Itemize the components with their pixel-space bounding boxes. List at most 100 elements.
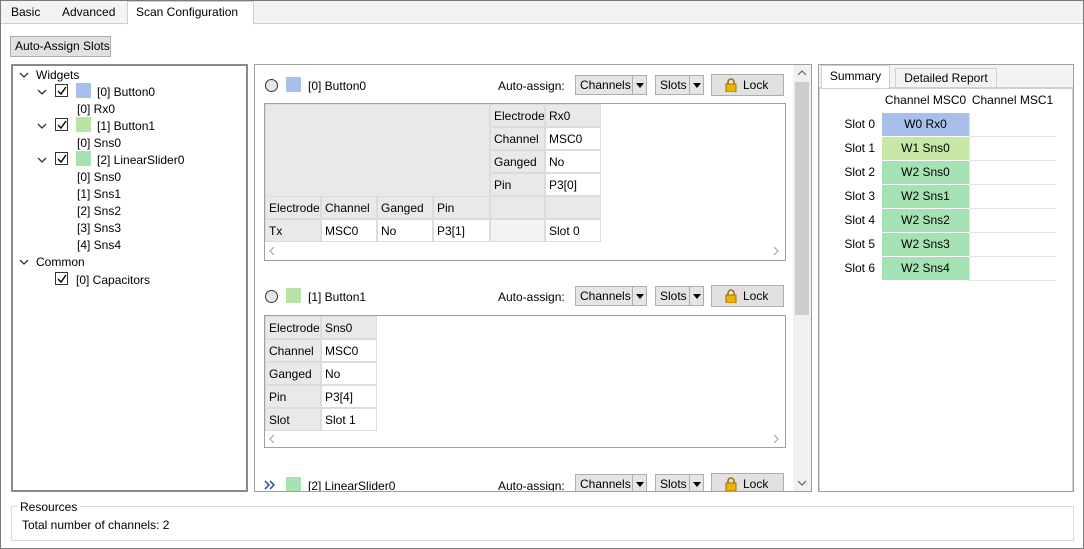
chevron-down-icon[interactable] bbox=[37, 155, 47, 165]
tree-widget-button0[interactable]: [0] Button0 bbox=[97, 85, 155, 99]
rx-value[interactable]: P3[0] bbox=[545, 173, 601, 196]
scroll-left-icon[interactable] bbox=[269, 247, 275, 255]
channels-dropdown[interactable]: Channels bbox=[575, 474, 647, 491]
widget-block-title: [0] Button0 bbox=[308, 79, 367, 93]
slot-cell[interactable]: Slot 0 bbox=[545, 219, 601, 242]
lock-icon bbox=[725, 289, 737, 303]
tree-sensor-item[interactable]: [2] Sns2 bbox=[77, 204, 121, 218]
tab-basic[interactable]: Basic bbox=[3, 2, 48, 24]
tree-common-capacitors[interactable]: [0] Capacitors bbox=[76, 273, 150, 287]
scroll-down-icon[interactable] bbox=[798, 480, 806, 486]
horizontal-scrollbar[interactable] bbox=[265, 244, 785, 258]
scrollbar-thumb[interactable] bbox=[795, 82, 809, 315]
rx-value: Rx0 bbox=[545, 104, 601, 127]
slot-cell-msc1[interactable] bbox=[969, 185, 1056, 209]
tx-cell[interactable]: P3[1] bbox=[433, 219, 490, 242]
slot-cell-msc0[interactable]: W2 Sns2 bbox=[882, 209, 969, 233]
lock-button[interactable]: Lock bbox=[711, 285, 784, 307]
tree-sensor-item[interactable]: [1] Sns1 bbox=[77, 187, 121, 201]
chevron-down-icon[interactable] bbox=[19, 70, 29, 80]
widget-color-swatch bbox=[286, 477, 301, 491]
widget-block-title: [2] LinearSlider0 bbox=[308, 479, 396, 492]
column-header: Channel MSC1 bbox=[971, 93, 1054, 107]
slot-label: Slot 0 bbox=[844, 117, 875, 131]
slot-cell-msc1[interactable] bbox=[969, 233, 1056, 257]
slot-cell-msc1[interactable] bbox=[969, 113, 1056, 137]
slot-cell-msc1[interactable] bbox=[969, 161, 1056, 185]
slot-cell-msc1[interactable] bbox=[969, 137, 1056, 161]
tx-header: Pin bbox=[433, 196, 490, 219]
slots-dropdown[interactable]: Slots bbox=[655, 286, 704, 306]
lock-button[interactable]: Lock bbox=[711, 473, 784, 491]
slot-cell-msc0[interactable]: W2 Sns3 bbox=[882, 233, 969, 257]
column-header: Channel MSC0 bbox=[884, 93, 967, 107]
scroll-up-icon[interactable] bbox=[798, 70, 806, 76]
widget-select-radio[interactable] bbox=[265, 290, 278, 303]
tx-header: Electrode bbox=[265, 196, 321, 219]
rx-header: Electrode bbox=[490, 104, 545, 127]
slot-cell-msc0[interactable]: W2 Sns0 bbox=[882, 161, 969, 185]
lock-icon bbox=[725, 78, 737, 92]
tree-widget-linearslider0[interactable]: [2] LinearSlider0 bbox=[97, 153, 184, 167]
widget-checkbox[interactable] bbox=[55, 118, 68, 131]
tree-sensor-item[interactable]: [0] Rx0 bbox=[77, 102, 115, 116]
auto-assign-slots-button[interactable]: Auto-Assign Slots bbox=[10, 36, 111, 57]
tab-advanced[interactable]: Advanced bbox=[54, 2, 123, 24]
common-checkbox[interactable] bbox=[55, 272, 68, 285]
chevron-down-icon[interactable] bbox=[37, 121, 47, 131]
widget-checkbox[interactable] bbox=[55, 84, 68, 97]
slot-label: Slot 4 bbox=[844, 213, 875, 227]
tx-cell: Tx bbox=[265, 219, 321, 242]
chevron-down-icon[interactable] bbox=[19, 257, 29, 267]
slot-cell-msc1[interactable] bbox=[969, 257, 1056, 281]
row-value[interactable]: No bbox=[321, 362, 377, 385]
double-chevron-right-icon[interactable] bbox=[264, 480, 278, 490]
row-value[interactable]: Slot 1 bbox=[321, 408, 377, 431]
scroll-right-icon[interactable] bbox=[773, 247, 779, 255]
tree-common-label[interactable]: Common bbox=[36, 255, 85, 269]
slot-cell-msc0[interactable]: W2 Sns1 bbox=[882, 185, 969, 209]
channels-dropdown[interactable]: Channels bbox=[575, 75, 647, 95]
widget-tree: Widgets [0] Button0 [0] Rx0 [1] Button1 … bbox=[11, 64, 248, 492]
tab-scan-configuration[interactable]: Scan Configuration bbox=[127, 1, 254, 25]
row-value[interactable]: P3[4] bbox=[321, 385, 377, 408]
lock-icon bbox=[725, 477, 737, 491]
row-header: Electrode bbox=[265, 316, 321, 339]
tx-cell[interactable]: MSC0 bbox=[321, 219, 377, 242]
slot-label: Slot 3 bbox=[844, 189, 875, 203]
tab-summary[interactable]: Summary bbox=[821, 65, 890, 89]
slot-cell-msc1[interactable] bbox=[969, 209, 1056, 233]
slots-dropdown[interactable]: Slots bbox=[655, 474, 704, 491]
tx-header: Channel bbox=[321, 196, 377, 219]
slot-cell-msc0[interactable]: W0 Rx0 bbox=[882, 113, 969, 137]
row-header: Pin bbox=[265, 385, 321, 408]
auto-assign-label: Auto-assign: bbox=[498, 290, 565, 304]
chevron-down-icon[interactable] bbox=[37, 87, 47, 97]
tree-sensor-item[interactable]: [3] Sns3 bbox=[77, 221, 121, 235]
row-value[interactable]: MSC0 bbox=[321, 339, 377, 362]
tx-cell[interactable]: No bbox=[377, 219, 433, 242]
slot-cell-msc0[interactable]: W2 Sns4 bbox=[882, 257, 969, 281]
rx-value[interactable]: MSC0 bbox=[545, 127, 601, 150]
tree-sensor-item[interactable]: [0] Sns0 bbox=[77, 136, 121, 150]
tree-sensor-item[interactable]: [4] Sns4 bbox=[77, 238, 121, 252]
summary-panel: Summary Detailed Report Channel MSC0 Cha… bbox=[818, 64, 1074, 492]
scroll-left-icon[interactable] bbox=[269, 435, 275, 443]
lock-button[interactable]: Lock bbox=[711, 74, 784, 96]
slots-dropdown[interactable]: Slots bbox=[655, 75, 704, 95]
row-header: Slot bbox=[265, 408, 321, 431]
tab-detailed-report[interactable]: Detailed Report bbox=[895, 68, 997, 88]
horizontal-scrollbar[interactable] bbox=[265, 432, 785, 446]
tree-widgets-label[interactable]: Widgets bbox=[36, 68, 79, 82]
widget-select-radio[interactable] bbox=[265, 79, 278, 92]
vertical-scrollbar[interactable] bbox=[793, 65, 811, 491]
tree-widget-button1[interactable]: [1] Button1 bbox=[97, 119, 155, 133]
widget-checkbox[interactable] bbox=[55, 152, 68, 165]
rx-value[interactable]: No bbox=[545, 150, 601, 173]
slot-cell-msc0[interactable]: W1 Sns0 bbox=[882, 137, 969, 161]
tree-sensor-item[interactable]: [0] Sns0 bbox=[77, 170, 121, 184]
row-header: Channel bbox=[265, 339, 321, 362]
scroll-right-icon[interactable] bbox=[773, 435, 779, 443]
widget-color-swatch bbox=[76, 83, 91, 98]
channels-dropdown[interactable]: Channels bbox=[575, 286, 647, 306]
